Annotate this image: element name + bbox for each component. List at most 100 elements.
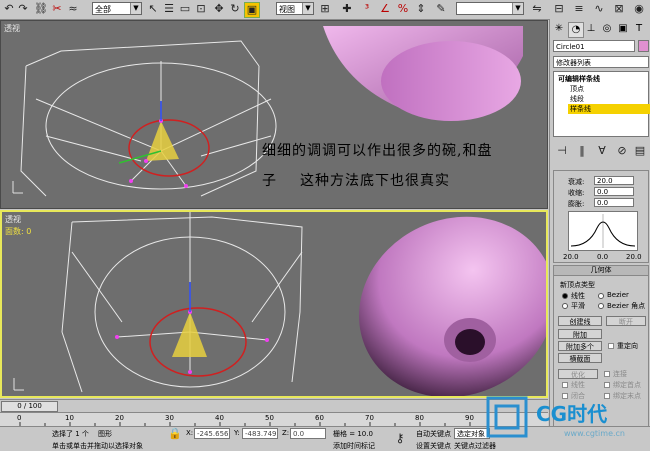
- new-vertex-type-label: 新顶点类型: [560, 281, 595, 289]
- add-time-tag[interactable]: 添加时间标记: [333, 441, 375, 451]
- falloff-curve: [570, 214, 636, 248]
- rect-selection-icon[interactable]: ▭: [178, 2, 192, 16]
- z-label: Z:: [282, 429, 290, 437]
- selection-filter-value: 全部: [95, 5, 111, 14]
- attach-multiple-button[interactable]: 附加多个: [558, 341, 602, 351]
- y-coordinate-field[interactable]: -483.749: [242, 428, 278, 439]
- caption-line-2b: 这种方法底下也很真实: [300, 173, 450, 189]
- modify-tab-icon[interactable]: ◔: [568, 22, 584, 38]
- lock-selection-icon[interactable]: 🔒: [168, 427, 182, 441]
- spinner-snap-icon[interactable]: ⇕: [414, 2, 428, 16]
- schematic-view-icon[interactable]: ⊠: [612, 2, 626, 16]
- status-prompt: 单击或单击并拖动以选择对象: [52, 442, 143, 450]
- create-tab-icon[interactable]: ✳: [552, 22, 566, 36]
- key-filter-button[interactable]: 关键点过滤器: [454, 441, 496, 451]
- geometry-rollout-header[interactable]: 几何体: [554, 266, 648, 276]
- falloff-spinner[interactable]: 20.0: [594, 176, 634, 185]
- curve-left-label: 20.0: [563, 253, 579, 261]
- redo-icon[interactable]: ↷: [16, 2, 30, 16]
- remove-modifier-icon[interactable]: ⊘: [615, 144, 629, 158]
- select-object-icon[interactable]: ↖: [146, 2, 160, 16]
- auto-key-button[interactable]: 自动关键点: [416, 429, 451, 439]
- timeline-ruler[interactable]: 0 10 20 30 40 50 60 70 80 90: [0, 412, 548, 426]
- snap-toggle-icon[interactable]: ³: [360, 2, 374, 16]
- material-editor-icon[interactable]: ◉: [632, 2, 646, 16]
- undo-icon[interactable]: ↶: [2, 2, 16, 16]
- select-by-name-icon[interactable]: ☰: [162, 2, 176, 16]
- logo-emblem: [486, 396, 528, 438]
- smooth-radio[interactable]: [562, 303, 568, 309]
- key-icon[interactable]: ⚷: [393, 431, 407, 445]
- bezier-radio[interactable]: [598, 293, 604, 299]
- display-tab-icon[interactable]: ▣: [616, 22, 630, 36]
- select-rotate-icon[interactable]: ↻: [228, 2, 242, 16]
- named-selection-dropdown[interactable]: ▼: [456, 2, 524, 15]
- object-name-field[interactable]: Circle01: [553, 40, 635, 52]
- watermark-url: www.cgtime.cn: [564, 429, 625, 438]
- configure-sets-icon[interactable]: ▤: [633, 144, 647, 158]
- select-move-icon[interactable]: ✥: [212, 2, 226, 16]
- selection-filter-dropdown[interactable]: 全部 ▼: [92, 2, 142, 15]
- bind-first-label: 绑定首点: [613, 381, 641, 389]
- stack-item-editable-spline[interactable]: 可编辑样条线: [558, 74, 600, 84]
- unlink-icon[interactable]: ✂: [50, 2, 64, 16]
- stack-item-segment[interactable]: 线段: [570, 94, 584, 104]
- set-key-button[interactable]: 设置关键点: [416, 441, 451, 451]
- align-icon[interactable]: ⊟: [552, 2, 566, 16]
- linear-radio[interactable]: [562, 293, 568, 299]
- window-crossing-icon[interactable]: ⊡: [194, 2, 208, 16]
- connect-checkbox[interactable]: [604, 371, 610, 377]
- percent-snap-icon[interactable]: %: [396, 2, 410, 16]
- time-slider[interactable]: 0 / 100: [1, 401, 58, 412]
- linear-label: 线性: [571, 292, 585, 300]
- modifier-stack[interactable]: 可编辑样条线 顶点 线段 样条线: [553, 71, 650, 137]
- create-line-button[interactable]: 创建线: [558, 316, 602, 326]
- command-panel: ✳ ◔ ⊥ ◎ ▣ T Circle01 修改器列表 可编辑样条线 顶点 线段 …: [549, 19, 650, 426]
- show-end-result-icon[interactable]: ‖: [575, 144, 589, 158]
- hierarchy-tab-icon[interactable]: ⊥: [584, 22, 598, 36]
- tick-label: 0: [17, 414, 22, 422]
- tick-label: 20: [115, 414, 124, 422]
- time-slider-track[interactable]: 0 / 100: [0, 399, 548, 412]
- pinch-label: 收缩:: [568, 189, 585, 197]
- z-coordinate-field[interactable]: 0.0: [290, 428, 326, 439]
- motion-tab-icon[interactable]: ◎: [600, 22, 614, 36]
- reorient-checkbox[interactable]: [608, 343, 614, 349]
- bezier-label: Bezier: [607, 291, 629, 299]
- viewport-bottom[interactable]: 透视 面数: 0: [0, 210, 548, 398]
- break-button[interactable]: 断开: [606, 316, 646, 326]
- watermark-name: CG时代: [536, 402, 608, 426]
- select-link-icon[interactable]: ⛓: [34, 2, 48, 16]
- mirror-icon[interactable]: ⇋: [530, 2, 544, 16]
- x-coordinate-field[interactable]: -245.656: [194, 428, 230, 439]
- bubble-spinner[interactable]: 0.0: [594, 198, 634, 207]
- layer-manager-icon[interactable]: ≡: [572, 2, 586, 16]
- stack-item-spline[interactable]: 样条线: [568, 104, 650, 114]
- utilities-tab-icon[interactable]: T: [632, 22, 646, 36]
- cross-section-button[interactable]: 横截面: [558, 353, 602, 363]
- modifier-list-dropdown[interactable]: 修改器列表: [553, 56, 649, 68]
- pivot-center-icon[interactable]: ⊞: [318, 2, 332, 16]
- refine-button[interactable]: 优化: [558, 369, 598, 379]
- angle-snap-icon[interactable]: ∠: [378, 2, 392, 16]
- make-unique-icon[interactable]: ∀: [595, 144, 609, 158]
- soft-selection-rollout: 衰减: 20.0 收缩: 0.0 膨胀: 0.0 20.0 0.0 20.0: [553, 170, 649, 263]
- bezier-corner-radio[interactable]: [598, 303, 604, 309]
- chevron-down-icon: ▼: [512, 3, 523, 14]
- chevron-down-icon: ▼: [302, 3, 313, 14]
- linear-checkbox[interactable]: [562, 382, 568, 388]
- pinch-spinner[interactable]: 0.0: [594, 187, 634, 196]
- reference-coord-dropdown[interactable]: 视图 ▼: [276, 2, 314, 15]
- curve-editor-icon[interactable]: ∿: [592, 2, 606, 16]
- bind-first-checkbox[interactable]: [604, 382, 610, 388]
- pin-stack-icon[interactable]: ⊣: [555, 144, 569, 158]
- attach-button[interactable]: 附加: [558, 329, 602, 339]
- select-scale-icon[interactable]: ▣: [244, 2, 260, 18]
- named-selection-icon[interactable]: ✎: [434, 2, 448, 16]
- bind-space-warp-icon[interactable]: ≈: [66, 2, 80, 16]
- stack-item-vertex[interactable]: 顶点: [570, 84, 584, 94]
- stack-tools: ⊣ ‖ ∀ ⊘ ▤: [553, 144, 649, 158]
- select-manipulate-icon[interactable]: ✚: [340, 2, 354, 16]
- object-color-swatch[interactable]: [638, 40, 649, 52]
- caption-line-2a: 子: [262, 173, 277, 189]
